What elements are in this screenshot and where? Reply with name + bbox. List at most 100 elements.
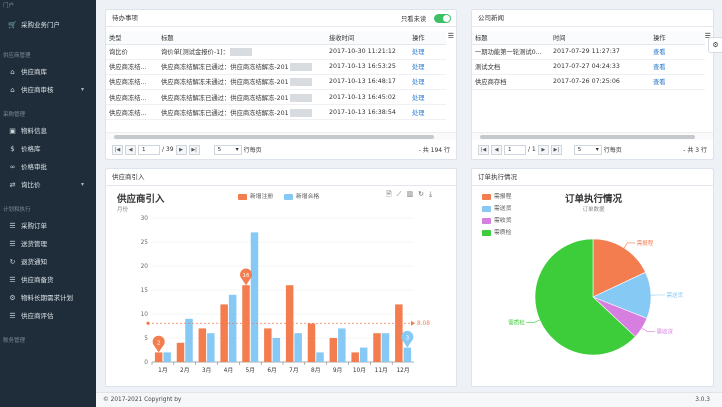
process-link[interactable]: 处理 [409, 74, 446, 91]
cell-time: 2017-10-13 16:53:25 [326, 59, 409, 75]
bar-new-registration [198, 328, 207, 362]
pie-legend-item[interactable]: 需送货 [482, 203, 511, 212]
prev-page-button[interactable]: ◀ [125, 144, 136, 155]
cell-time: 2017-10-13 16:38:54 [326, 104, 409, 121]
news-pager: |◀ ◀ 1 / 1 ▶ ▶| 5 行每页 - 共 3 行 [472, 142, 713, 157]
chevron-down-icon: ▾ [80, 181, 84, 188]
process-link[interactable]: 处理 [409, 44, 446, 60]
average-line-arrow [411, 320, 415, 326]
process-link[interactable]: 处理 [409, 104, 446, 121]
version-text: 3.0.3 [695, 397, 710, 403]
table-row[interactable]: 供应商冻结... 供应商冻结解冻未通过：供应商冻结解冻-201 2017-10-13… [106, 74, 446, 91]
view-link[interactable]: 查看 [650, 74, 705, 91]
sidebar-item-delivery[interactable]: ☰ 送货管理 [0, 235, 96, 253]
bar-new-qualified [316, 352, 324, 362]
cell-title: 供应商冻结解冻未通过：供应商冻结解冻-201 [158, 74, 326, 91]
box-icon: ▣ [9, 127, 16, 135]
unread-only-toggle[interactable] [434, 14, 451, 23]
next-page-button[interactable]: ▶ [175, 144, 187, 155]
x-tick-label: 6月 [267, 367, 277, 374]
swap-icon: ⇄ [9, 181, 16, 189]
page-input[interactable]: 1 [504, 144, 526, 155]
col-header-action[interactable]: 操作 [650, 31, 705, 45]
process-link[interactable]: 处理 [409, 59, 446, 75]
x-tick-label: 4月 [224, 367, 234, 374]
sidebar-section-purchase: 采购管理 [3, 112, 26, 118]
horizontal-scrollbar[interactable] [106, 132, 456, 140]
news-panel: 公司新闻 标题 时间 操作 一期功能第一轮测试0... 2017-07-29 11… [471, 9, 714, 160]
bar-new-qualified [207, 333, 215, 362]
redacted-block [289, 63, 312, 72]
bar-new-qualified [250, 232, 259, 362]
prev-page-button[interactable]: ◀ [491, 144, 502, 155]
bar-new-qualified [272, 338, 281, 362]
pie-label-line [526, 319, 540, 323]
cell-title: 供应商冻结解冻已通过：供应商冻结解冻-201 [158, 59, 326, 75]
table-row[interactable]: 询比价 询价单[测试金报价-1]： 2017-10-30 11:21:12 处理 [106, 44, 446, 60]
column-menu-icon[interactable]: ☰ [448, 32, 454, 40]
total-rows: - 共 3 行 [683, 147, 707, 154]
bar-new-registration [307, 323, 316, 362]
sidebar-item-purchase-portal[interactable]: 🛒 采购业务门户 [0, 16, 96, 34]
col-header-title[interactable]: 标题 [158, 31, 326, 45]
view-link[interactable]: 查看 [650, 59, 705, 75]
next-page-button[interactable]: ▶ [537, 144, 549, 155]
bar-new-qualified [403, 347, 412, 362]
table-row[interactable]: 供应商冻结... 供应商冻结解冻已通过：供应商冻结解冻-201 2017-10-13… [106, 104, 446, 121]
cell-time: 2017-07-26 07:25:06 [550, 74, 650, 91]
sidebar-item-material[interactable]: ▣ 物料信息 [0, 122, 96, 140]
settings-side-tab[interactable]: ⚙ [708, 37, 722, 53]
table-row[interactable]: 供应商冻结... 供应商冻结解冻已通过：供应商冻结解冻-201 2017-10-13… [106, 59, 446, 75]
sidebar-item-supplier-library[interactable]: ⌂ 供应商库 [0, 63, 96, 81]
process-link[interactable]: 处理 [409, 89, 446, 106]
y-tick-label: 25 [141, 240, 149, 246]
table-header-row: 标题 时间 操作 [472, 31, 705, 45]
col-header-time[interactable]: 时间 [550, 31, 650, 45]
bar-new-qualified [185, 318, 193, 362]
sidebar-item-supplier-audit[interactable]: ⌂ 供应商审核 ▾ [0, 81, 96, 99]
sidebar-item-stock[interactable]: ☰ 供应商备货 [0, 271, 96, 289]
pie-label-line [623, 242, 636, 249]
col-header-type[interactable]: 类型 [106, 31, 158, 45]
table-row[interactable]: 测试文档 2017-07-27 04:24:33 查看 [472, 59, 705, 75]
data-marker-label: 2 [157, 340, 161, 346]
sidebar-item-purchase-order[interactable]: ☰ 采购订单 [0, 217, 96, 235]
col-header-title[interactable]: 标题 [472, 31, 550, 45]
sidebar-item-evaluation[interactable]: ☰ 供应商评估 [0, 307, 96, 325]
gear-icon: ⚙ [9, 294, 16, 302]
pie-legend-item[interactable]: 需报程 [482, 191, 511, 200]
bar-new-registration [176, 342, 185, 362]
copyright-text: © 2017-2021 Copyright by [103, 397, 182, 403]
y-tick-label: 20 [141, 264, 149, 270]
table-row[interactable]: 一期功能第一轮测试0... 2017-07-29 11:27:37 查看 [472, 44, 705, 60]
page-size-suffix: 行每页 [603, 147, 622, 154]
sidebar-item-return[interactable]: ↻ 退货通知 [0, 253, 96, 271]
sidebar-item-price-library[interactable]: $ 价格库 [0, 140, 96, 158]
view-link[interactable]: 查看 [650, 44, 705, 60]
first-page-button[interactable]: |◀ [112, 144, 123, 155]
first-page-button[interactable]: |◀ [478, 144, 489, 155]
table-row[interactable]: 供应商冻结... 供应商冻结解冻已通过：供应商冻结解冻-201 2017-10-13… [106, 89, 446, 106]
col-header-action[interactable]: 操作 [409, 31, 446, 45]
sidebar-item-price-approval[interactable]: ∞ 价格审批 [0, 158, 96, 176]
news-table: 标题 时间 操作 一期功能第一轮测试0... 2017-07-29 11:27:3… [472, 31, 705, 91]
page-count: / 39 [162, 146, 174, 153]
page-input[interactable]: 1 [138, 144, 160, 155]
sidebar-item-long-term-plan[interactable]: ⚙ 物料长期需求计划 [0, 289, 96, 307]
total-rows: - 共 194 行 [418, 147, 450, 154]
supplier-panel-title: 供应商引入 [106, 169, 456, 186]
bar-chart: 0 5 10 15 20 25 30 1月 2月 3月 4月 5月 6月 7月 8月 9月 10月 11月 12月 8… [141, 216, 431, 374]
pie-legend-item[interactable]: 需收货 [482, 215, 511, 224]
page-size-select[interactable]: 5 [573, 144, 602, 155]
page-size-select[interactable]: 5 [213, 144, 242, 155]
last-page-button[interactable]: ▶| [188, 144, 200, 155]
bar-new-qualified [163, 352, 171, 362]
table-row[interactable]: 供应商存档 2017-07-26 07:25:06 查看 [472, 74, 705, 91]
col-header-time[interactable]: 接收时间 [326, 31, 409, 45]
horizontal-scrollbar[interactable] [472, 132, 713, 140]
todo-panel: 待办事项 只看未读 类型 标题 接收时间 操作 询比价 询价单[测试金报价-1]：… [105, 9, 457, 160]
cell-title: 供应商冻结解冻已通过：供应商冻结解冻-201 [158, 89, 326, 106]
cell-time: 2017-07-27 04:24:33 [550, 59, 650, 75]
last-page-button[interactable]: ▶| [550, 144, 562, 155]
sidebar-item-inquiry[interactable]: ⇄ 询比价 ▾ [0, 176, 96, 194]
